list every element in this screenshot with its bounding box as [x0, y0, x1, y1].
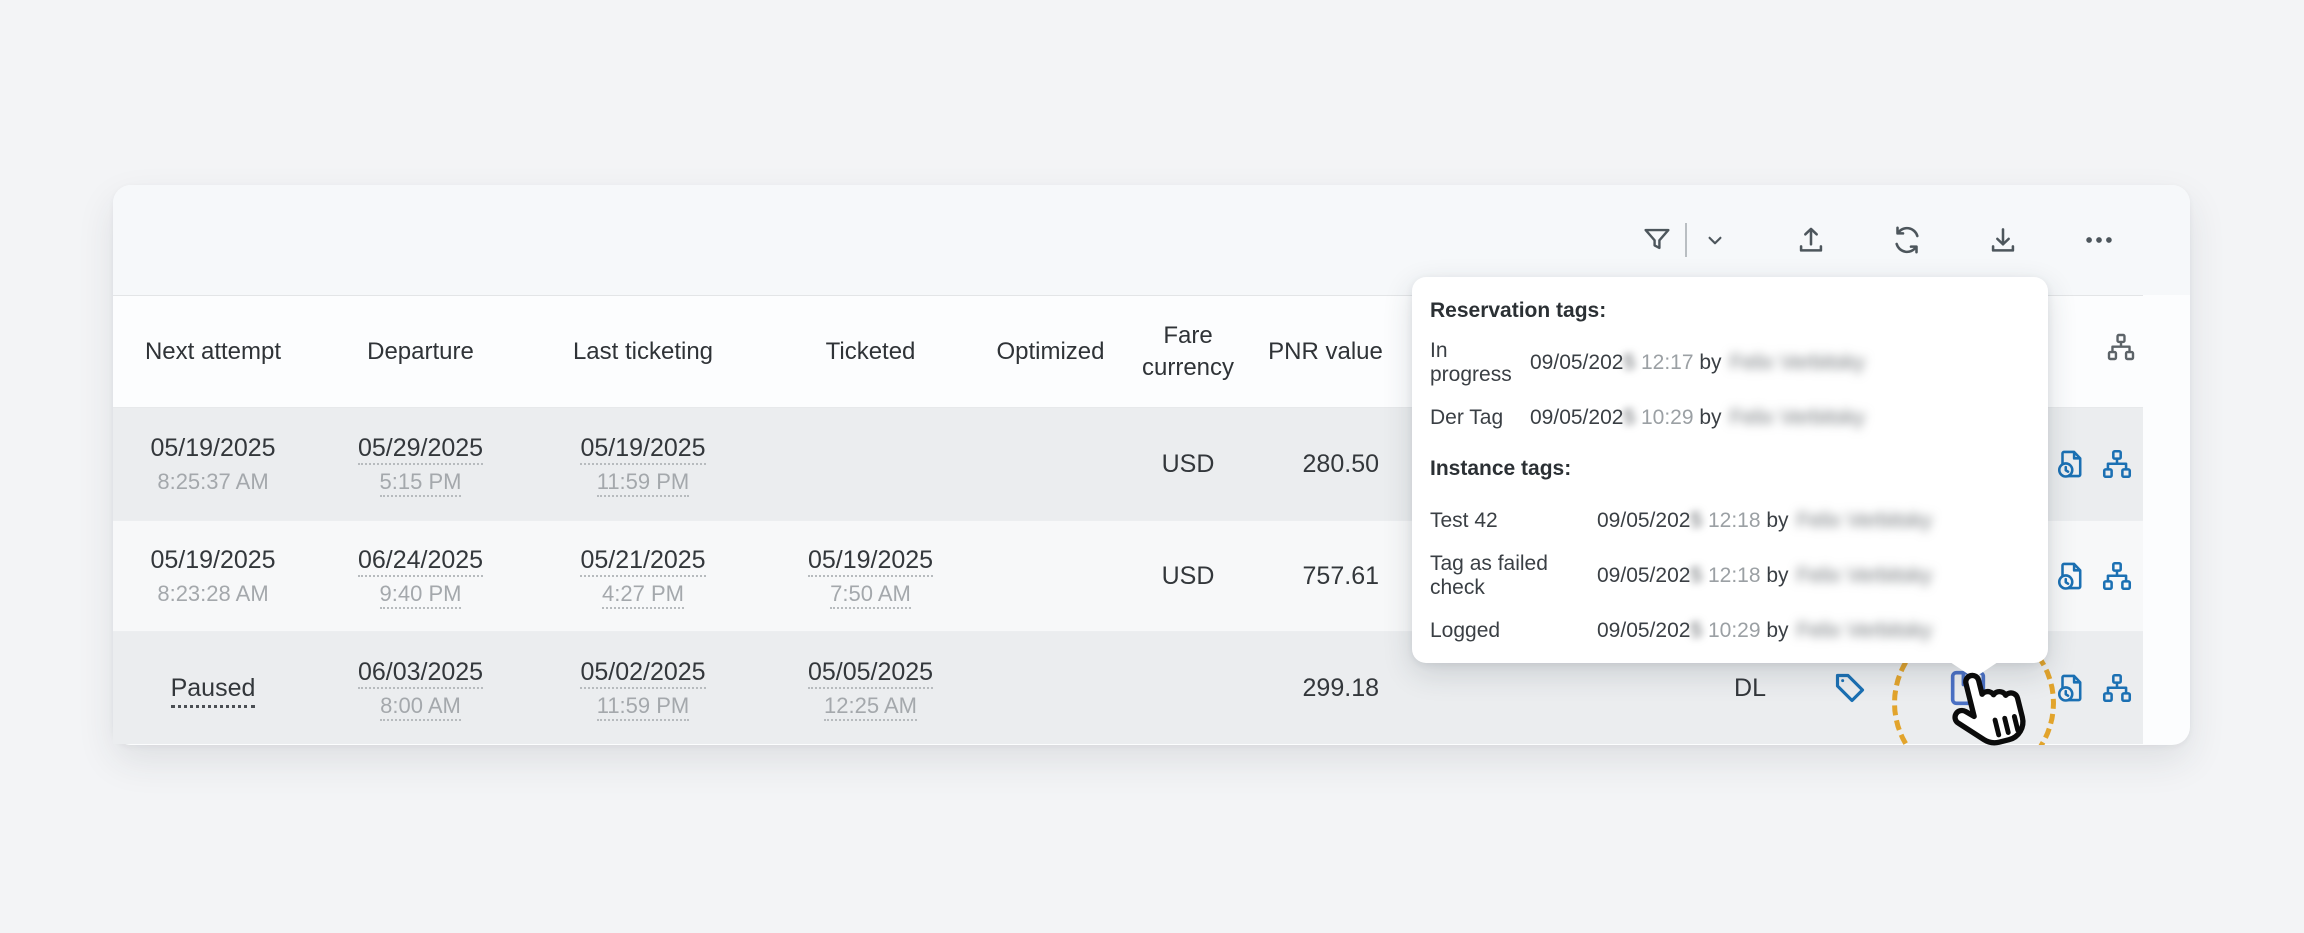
blurred-year-digit: 5	[1690, 619, 1702, 643]
refresh-icon	[1890, 223, 1924, 257]
filter-button[interactable]	[1638, 221, 1676, 259]
tag-time: 12:18	[1702, 509, 1760, 533]
tag-time: 12:18	[1702, 564, 1760, 588]
pnr-value: 280.50	[1303, 450, 1379, 479]
departure-time[interactable]: 9:40 PM	[380, 581, 462, 609]
tag-label: Der Tag	[1430, 406, 1530, 430]
carrier-code: DL	[1734, 674, 1766, 703]
hierarchy-icon[interactable]	[2100, 559, 2134, 593]
next-attempt-date: 05/19/2025	[150, 432, 275, 465]
last-ticketing-time[interactable]: 11:59 PM	[597, 693, 690, 721]
upload-icon	[1794, 223, 1828, 257]
last-ticketing-date[interactable]: 05/19/2025	[580, 434, 705, 465]
tag-entry: Tag as failed check 09/05/2025 12:18 byF…	[1430, 548, 2030, 603]
reservation-tags-section: Reservation tags: In progress 09/05/2025…	[1430, 287, 2030, 445]
more-icon	[2082, 223, 2116, 257]
blurred-year-digit: 5	[1623, 406, 1635, 430]
tag-label: Tag as failed check	[1430, 552, 1597, 600]
last-ticketing-date[interactable]: 05/02/2025	[580, 658, 705, 689]
more-button[interactable]	[2080, 221, 2118, 259]
tag-time: 10:29	[1702, 619, 1760, 643]
ticketed-time[interactable]: 7:50 AM	[830, 581, 911, 609]
blurred-user-name: Felix Verbitsky	[1730, 351, 1865, 375]
refresh-button[interactable]	[1888, 221, 1926, 259]
chevron-down-icon	[1702, 227, 1728, 253]
file-history-icon[interactable]	[2054, 559, 2088, 593]
ticketed-date[interactable]: 05/19/2025	[808, 546, 933, 577]
col-header-pnr-value[interactable]: PNR value	[1258, 336, 1393, 368]
next-attempt-time: 8:25:37 AM	[157, 467, 268, 497]
tags-tooltip-popup: Reservation tags: In progress 09/05/2025…	[1412, 277, 2048, 663]
status-paused[interactable]: Paused	[171, 674, 256, 708]
tag-label: Test 42	[1430, 509, 1597, 533]
departure-time[interactable]: 8:00 AM	[380, 693, 461, 721]
filter-icon	[1640, 223, 1674, 257]
col-header-departure[interactable]: Departure	[313, 336, 528, 368]
col-header-optimized[interactable]: Optimized	[983, 336, 1118, 368]
tag-label: Logged	[1430, 619, 1597, 643]
instance-tags-section: Instance tags: Test 42 09/05/2025 12:18 …	[1430, 445, 2030, 658]
instance-tags-title: Instance tags:	[1430, 445, 2030, 493]
file-history-icon[interactable]	[2054, 671, 2088, 705]
fare-currency: USD	[1162, 450, 1215, 479]
tag-label: In progress	[1430, 339, 1530, 387]
blurred-year-digit: 5	[1623, 351, 1635, 375]
col-header-fare-currency[interactable]: Fare currency	[1118, 320, 1258, 384]
departure-date[interactable]: 05/29/2025	[358, 434, 483, 465]
fare-currency: USD	[1162, 562, 1215, 591]
blurred-user-name: Felix Verbitsky	[1797, 564, 1932, 588]
file-history-icon[interactable]	[2054, 447, 2088, 481]
reservation-tags-title: Reservation tags:	[1430, 287, 2030, 335]
filter-dropdown-button[interactable]	[1696, 221, 1734, 259]
pnr-value: 299.18	[1303, 674, 1379, 703]
blurred-user-name: Felix Verbitsky	[1797, 619, 1932, 643]
tag-entry: Test 42 09/05/2025 12:18 byFelix Verbits…	[1430, 493, 2030, 548]
tag-time: 12:17	[1635, 351, 1693, 375]
ticketed-time[interactable]: 12:25 AM	[824, 693, 917, 721]
download-button[interactable]	[1984, 221, 2022, 259]
col-header-last-ticketing[interactable]: Last ticketing	[528, 336, 758, 368]
download-icon	[1986, 223, 2020, 257]
hierarchy-icon[interactable]	[2100, 447, 2134, 481]
toolbar-divider	[1685, 223, 1687, 257]
blurred-user-name: Felix Verbitsky	[1730, 406, 1865, 430]
col-header-ticketed[interactable]: Ticketed	[758, 336, 983, 368]
last-ticketing-date[interactable]: 05/21/2025	[580, 546, 705, 577]
ticketed-date[interactable]: 05/05/2025	[808, 658, 933, 689]
blurred-year-digit: 5	[1690, 564, 1702, 588]
tag-icon[interactable]	[1830, 668, 1870, 708]
tag-entry: Der Tag 09/05/2025 10:29 byFelix Verbits…	[1430, 390, 2030, 445]
pnr-value: 757.61	[1303, 562, 1379, 591]
hierarchy-icon[interactable]	[2100, 671, 2134, 705]
departure-date[interactable]: 06/03/2025	[358, 658, 483, 689]
tag-entry: Logged 09/05/2025 10:29 byFelix Verbitsk…	[1430, 603, 2030, 658]
hierarchy-icon	[2105, 331, 2137, 372]
col-header-next-attempt[interactable]: Next attempt	[113, 336, 313, 368]
last-ticketing-time[interactable]: 11:59 PM	[597, 469, 690, 497]
next-attempt-time: 8:23:28 AM	[157, 579, 268, 609]
departure-date[interactable]: 06/24/2025	[358, 546, 483, 577]
col-header-hierarchy[interactable]	[2045, 331, 2143, 372]
tag-time: 10:29	[1635, 406, 1693, 430]
departure-time[interactable]: 5:15 PM	[380, 469, 462, 497]
filter-group	[1638, 221, 1734, 259]
blurred-year-digit: 5	[1690, 509, 1702, 533]
tag-entry: In progress 09/05/2025 12:17 byFelix Ver…	[1430, 335, 2030, 390]
upload-button[interactable]	[1792, 221, 1830, 259]
next-attempt-date: 05/19/2025	[150, 544, 275, 577]
last-ticketing-time[interactable]: 4:27 PM	[602, 581, 684, 609]
blurred-user-name: Felix Verbitsky	[1797, 509, 1932, 533]
